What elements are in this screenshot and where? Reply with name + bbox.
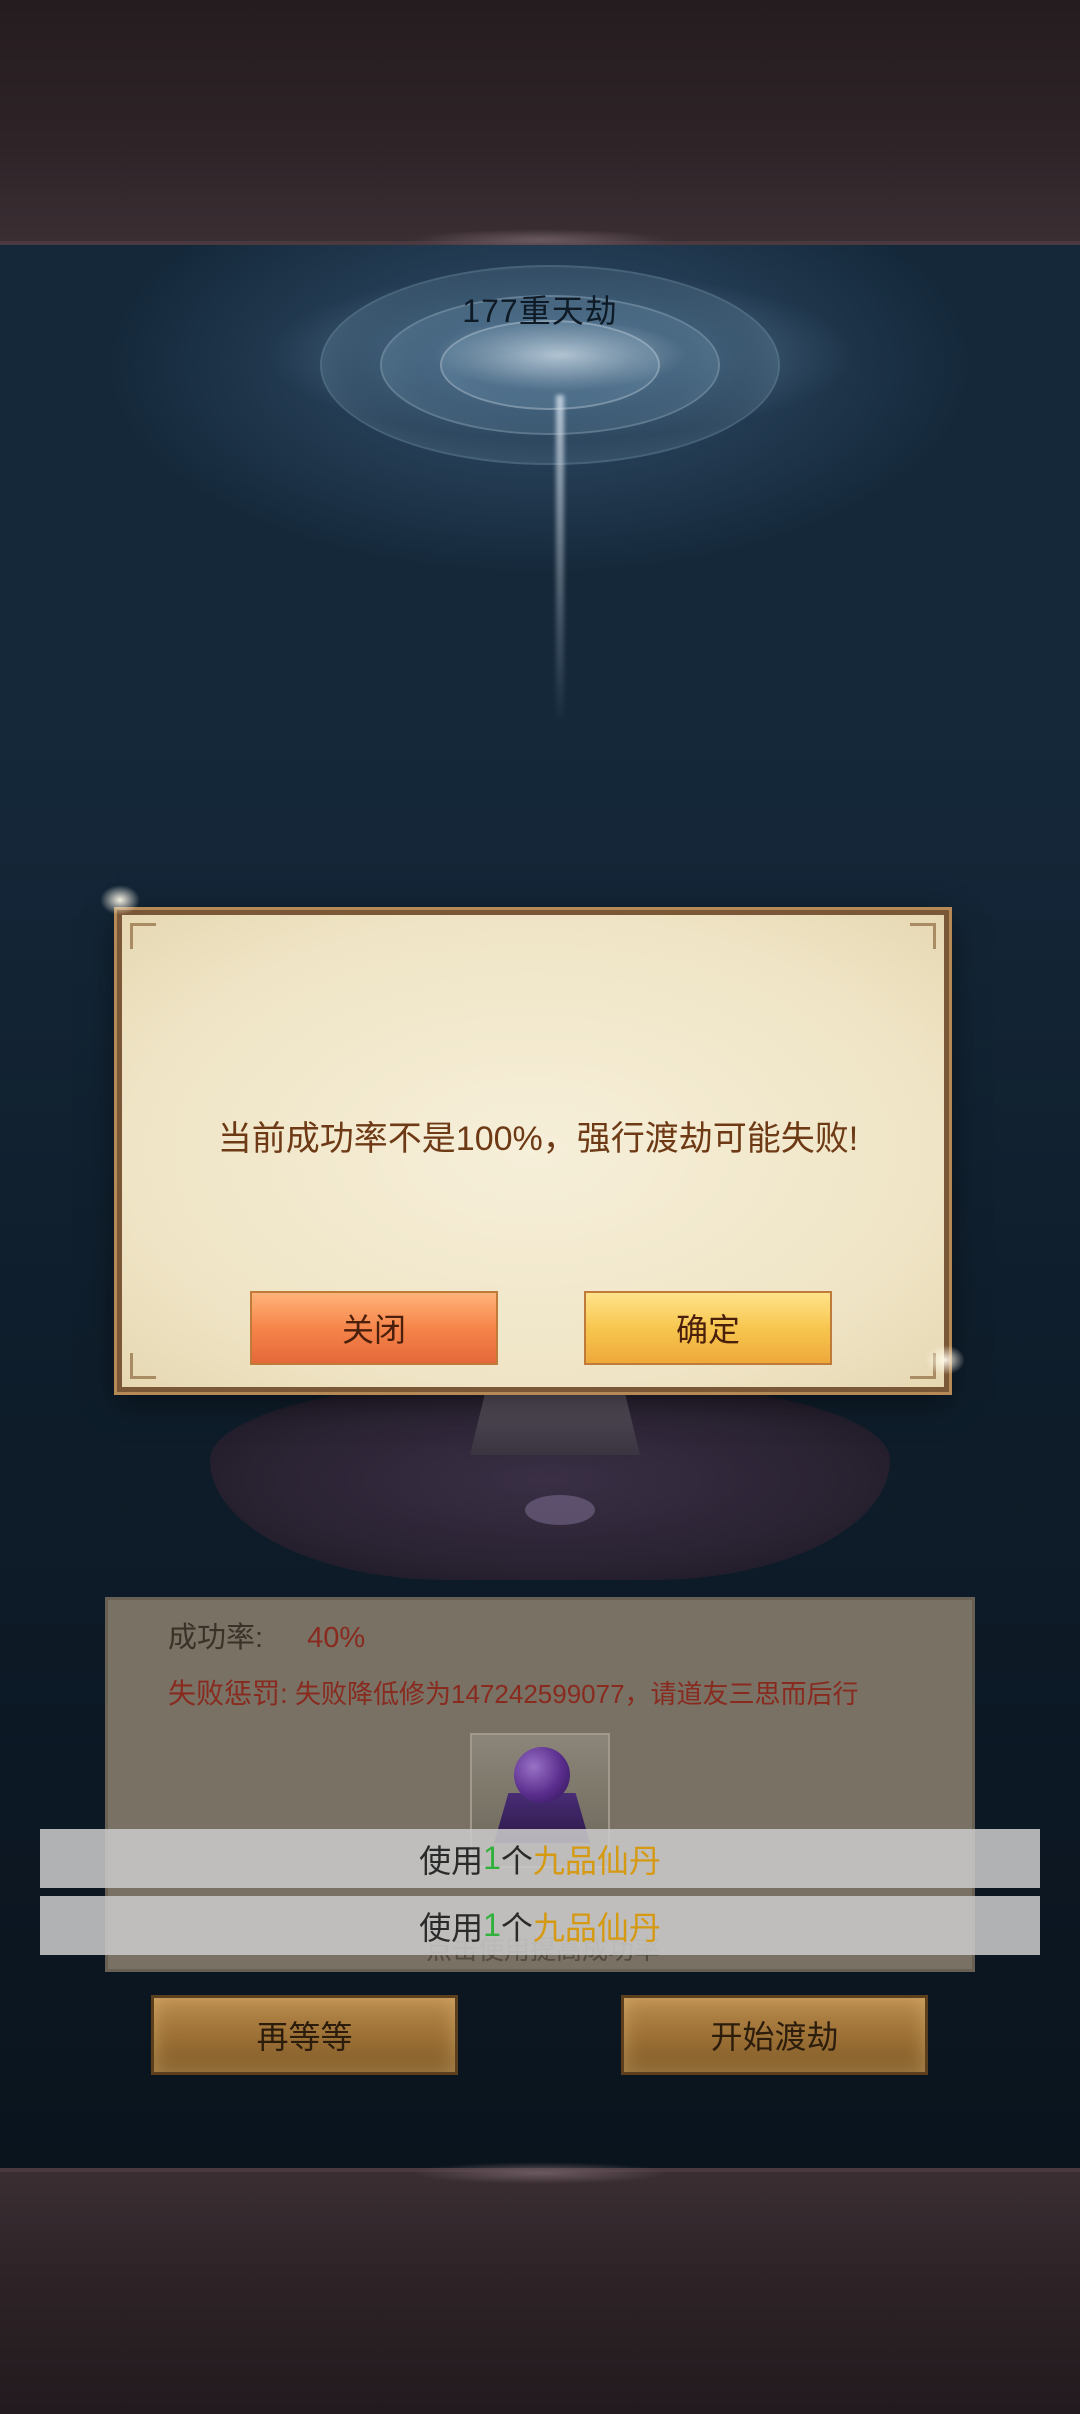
dialog-message: 当前成功率不是100%，强行渡劫可能失败! (217, 1120, 859, 1158)
toast-item-name: 九品仙丹 (532, 1842, 661, 1879)
warning-dialog: 当前成功率不是100%，强行渡劫可能失败! 关闭 确定 (117, 910, 949, 1392)
corner-ornament (910, 923, 936, 949)
success-rate-label: 成功率: (168, 1622, 264, 1654)
yin-yang-icon (525, 1495, 595, 1525)
frame-ornament (410, 2162, 670, 2184)
wait-button[interactable]: 再等等 (151, 1995, 458, 2075)
failure-penalty-row: 失败惩罚: 失败降低修为147242599077，请道友三思而后行 (168, 1672, 859, 1712)
use-item-toast: 使用 1 个九品仙丹 (40, 1829, 1040, 1888)
toast-prefix: 使用 (419, 1909, 484, 1946)
top-frame (0, 0, 1080, 251)
sparkle-icon (925, 1345, 965, 1375)
purple-orb-pill-icon (514, 1747, 570, 1803)
toast-prefix: 使用 (419, 1842, 484, 1879)
confirm-button[interactable]: 确定 (584, 1291, 832, 1365)
sparkle-icon (100, 885, 140, 915)
success-rate-value: 40% (307, 1622, 366, 1654)
toast-unit: 个 (500, 1909, 533, 1946)
penalty-label: 失败惩罚: (168, 1678, 288, 1709)
use-item-toast: 使用 1 个九品仙丹 (40, 1896, 1040, 1955)
corner-ornament (130, 923, 156, 949)
toast-count: 1 (483, 1840, 501, 1876)
light-beam (556, 395, 564, 725)
tribulation-title: 177重天劫 (462, 293, 618, 329)
penalty-text: 失败降低修为147242599077，请道友三思而后行 (295, 1679, 859, 1709)
bottom-frame (0, 2162, 1080, 2414)
toast-item-name: 九品仙丹 (532, 1909, 661, 1946)
success-rate-row: 成功率: 40% (168, 1614, 365, 1656)
toast-unit: 个 (500, 1842, 533, 1879)
vortex-ring (440, 320, 660, 410)
start-tribulation-button[interactable]: 开始渡劫 (621, 1995, 928, 2075)
close-button[interactable]: 关闭 (250, 1291, 498, 1365)
toast-count: 1 (483, 1907, 501, 1943)
altar-steps (470, 1385, 640, 1455)
corner-ornament (130, 1353, 156, 1379)
